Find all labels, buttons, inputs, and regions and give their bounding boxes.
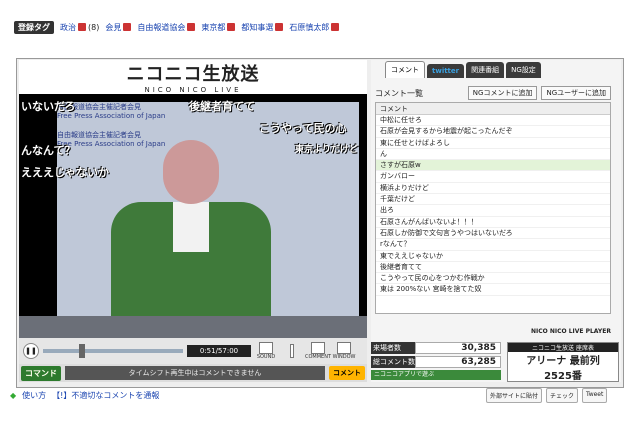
column-header[interactable]: コメント [376, 103, 610, 115]
tag-item[interactable]: 会見 [105, 22, 132, 33]
report-link[interactable]: 【!】不適切なコメントを通報 [52, 390, 159, 401]
lock-icon [187, 23, 196, 31]
lock-icon [78, 23, 86, 31]
list-item[interactable]: 千葉だけど [376, 194, 610, 206]
list-item[interactable]: 横浜よりだけど [376, 183, 610, 195]
share-buttons: 外部サイトに貼付 チェック Tweet [486, 388, 608, 403]
tag-item[interactable]: 政治 (8) [60, 22, 99, 33]
list-item[interactable]: こうやって民の心をつかむ作戦か [376, 273, 610, 285]
tag-item[interactable]: 自由報道協会 [137, 22, 196, 33]
usage-link[interactable]: 使い方 [22, 390, 46, 401]
stats-box: 来場者数 30,385 総コメント数 63,285 ニコニコアプリで遊ぶ [371, 342, 501, 382]
list-item[interactable]: 後継者育てて [376, 262, 610, 274]
speaker-figure [111, 130, 271, 330]
sound-button[interactable]: SOUND [255, 340, 277, 362]
time-display: 0:51/57:00 [187, 345, 251, 357]
list-item[interactable]: 東に任せとけばよろし [376, 138, 610, 149]
comment-list-header: コメント一覧 NGコメントに追加 NGユーザーに追加 [375, 86, 611, 100]
tag-bar: 登録タグ 政治 (8) 会見 自由報道協会 東京都 都知事選 石原慎太郎 [0, 18, 640, 36]
window-button[interactable]: WINDOW [333, 340, 355, 362]
nicolive-logo: ニコニコ生放送 NICO NICO LIVE [19, 60, 367, 94]
list-item[interactable]: 石原しか防御で文句言うやつはいないだろ [376, 228, 610, 240]
seek-handle[interactable] [79, 344, 85, 358]
pause-button[interactable]: ❚❚ [23, 343, 39, 359]
podium [19, 316, 367, 338]
list-item[interactable]: 出ろ [376, 205, 610, 217]
overlay-comment: いないだろ [21, 100, 76, 113]
lock-icon [331, 23, 340, 31]
panel-tabs: コメント twitter 関連番組 NG設定 [371, 60, 621, 78]
ng-user-button[interactable]: NGユーザーに追加 [541, 86, 611, 100]
overlay-comment: 東京よりだけど [295, 145, 358, 155]
video-area[interactable]: 自由報道協会主催記者会見 Free Press Association of J… [19, 94, 367, 338]
check-button[interactable]: チェック [546, 388, 579, 403]
viewer-count: 30,385 [415, 342, 501, 354]
player-controls: ❚❚ 0:51/57:00 SOUND COMMENT WINDOW [19, 338, 367, 364]
tag-item[interactable]: 都知事選 [241, 22, 284, 33]
list-item[interactable]: 中松に任せろ [376, 115, 610, 127]
list-item[interactable]: 東は 200%ない 宮崎を捨てた奴 [376, 284, 610, 296]
tab-comments[interactable]: コメント [385, 61, 425, 78]
comment-list[interactable]: コメント 中松に任せろ 石原が会見するから地震が起こったんだぞ 東に任せとけばよ… [375, 102, 611, 314]
lock-icon [227, 23, 236, 31]
comment-toggle-button[interactable]: COMMENT [305, 340, 331, 362]
comment-input[interactable]: タイムシフト再生中はコメントできません [65, 366, 325, 380]
tag-bar-label: 登録タグ [14, 20, 54, 34]
app-button[interactable]: ニコニコアプリで遊ぶ [371, 370, 501, 380]
ng-comment-button[interactable]: NGコメントに追加 [467, 86, 538, 100]
tab-twitter[interactable]: twitter [427, 64, 465, 78]
comment-count: 63,285 [415, 356, 501, 368]
command-button[interactable]: コマンド [21, 365, 61, 381]
tab-ng-settings[interactable]: NG設定 [506, 62, 541, 78]
list-item[interactable]: ん [376, 149, 610, 161]
list-item[interactable]: ガンバロー [376, 171, 610, 183]
comment-bar: コマンド タイムシフト再生中はコメントできません コメント [19, 364, 367, 382]
lock-icon [275, 23, 284, 31]
help-icon: ◆ [10, 390, 17, 400]
list-item[interactable]: さすが石原w [376, 160, 610, 172]
overlay-comment: こうやって民の心 [259, 122, 347, 135]
embed-button[interactable]: 外部サイトに貼付 [486, 388, 543, 403]
video-player: ニコニコ生放送 NICO NICO LIVE 自由報道協会主催記者会見 Free… [19, 60, 367, 382]
overlay-comment: んなんて？ [21, 144, 76, 157]
list-item[interactable]: 東でええじゃないか [376, 251, 610, 262]
seek-bar[interactable] [43, 344, 183, 358]
lock-icon [123, 23, 132, 31]
tag-item[interactable]: 東京都 [201, 22, 236, 33]
list-item[interactable]: 石原さんがんばいないよ！！！ [376, 217, 610, 228]
player-brand: NICO NICO LIVE PLAYER [531, 328, 611, 335]
volume-slider[interactable] [281, 340, 303, 362]
side-panel: コメント twitter 関連番組 NG設定 コメント一覧 NGコメントに追加 … [371, 60, 621, 382]
tag-item[interactable]: 石原慎太郎 [289, 22, 340, 33]
list-item[interactable]: 石原が会見するから地震が起こったんだぞ [376, 126, 610, 138]
tab-related[interactable]: 関連番組 [466, 62, 505, 78]
seat-card: ニコニコ生放送 座席表 アリーナ 最前列 2525番 [507, 342, 619, 382]
comment-submit-button[interactable]: コメント [329, 366, 365, 380]
overlay-comment: 後継者育てて [189, 100, 255, 113]
tweet-button[interactable]: Tweet [582, 388, 608, 403]
list-item[interactable]: rなんて？ [376, 239, 610, 251]
overlay-comment: えええじゃないか [21, 166, 109, 179]
